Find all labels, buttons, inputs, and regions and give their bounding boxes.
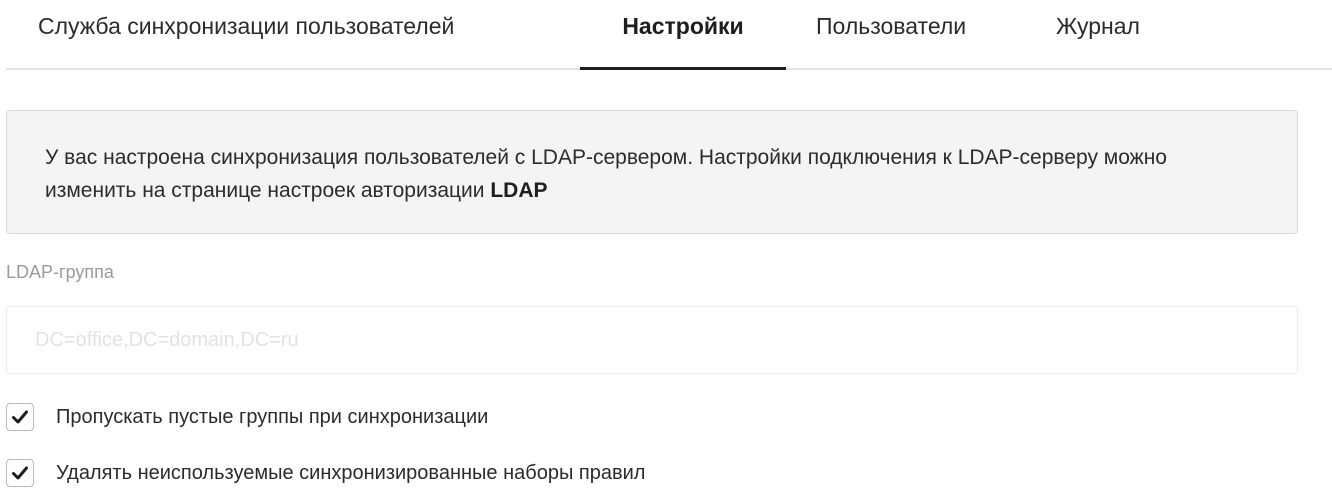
ldap-auth-settings-link[interactable]: LDAP xyxy=(490,179,547,202)
tab-users[interactable]: Пользователи xyxy=(816,0,966,70)
skip-empty-groups-label: Пропускать пустые группы при синхронизац… xyxy=(56,405,489,428)
delete-unused-rulesets-label: Удалять неиспользуемые синхронизированны… xyxy=(56,461,646,484)
skip-empty-groups-checkbox[interactable] xyxy=(6,403,34,431)
ldap-info-notice: У вас настроена синхронизация пользовате… xyxy=(6,110,1298,234)
sync-settings-page: Служба синхронизации пользователей Настр… xyxy=(0,0,1332,496)
checkmark-icon xyxy=(12,410,28,424)
active-tab-indicator xyxy=(580,67,786,70)
delete-unused-rulesets-option[interactable]: Удалять неиспользуемые синхронизированны… xyxy=(6,458,645,488)
tab-bar: Служба синхронизации пользователей Настр… xyxy=(6,0,1332,70)
delete-unused-rulesets-checkbox[interactable] xyxy=(6,459,34,487)
skip-empty-groups-option[interactable]: Пропускать пустые группы при синхронизац… xyxy=(6,402,488,432)
tab-log[interactable]: Журнал xyxy=(1056,0,1140,70)
tab-user-sync-service[interactable]: Служба синхронизации пользователей xyxy=(38,0,454,70)
tab-settings[interactable]: Настройки xyxy=(580,0,786,70)
ldap-group-label: LDAP-группа xyxy=(6,262,114,282)
ldap-group-input[interactable] xyxy=(6,306,1298,374)
notice-text: У вас настроена синхронизация пользовате… xyxy=(45,146,1167,202)
checkmark-icon xyxy=(12,466,28,480)
